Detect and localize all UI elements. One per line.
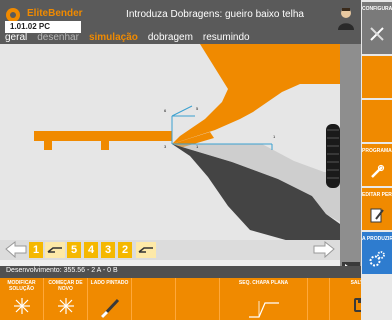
- step-3[interactable]: 3: [101, 242, 115, 258]
- tab-desenhar[interactable]: desenhar: [32, 31, 84, 44]
- bending-simulation: 5 6 1 3 1: [34, 44, 340, 244]
- step-flip-icon[interactable]: [45, 242, 65, 258]
- user-icon[interactable]: [336, 6, 356, 30]
- sheet-metal-part: [34, 131, 172, 141]
- vertical-scrollbar[interactable]: [340, 44, 361, 266]
- flat-sheet-icon: [248, 301, 279, 318]
- tab-bar: geral desenhar simulação dobragem resumi…: [0, 31, 361, 44]
- step-5[interactable]: 5: [67, 242, 81, 258]
- development-status: Desenvolvimento: 355.56 - 2 A - 0 B: [6, 267, 118, 274]
- axis-label: 3: [164, 144, 167, 149]
- elitebender-logo-icon: [6, 8, 20, 22]
- sparkle-icon: [57, 298, 74, 314]
- right-panel-slot[interactable]: [362, 100, 392, 142]
- right-panel-slot[interactable]: [362, 56, 392, 98]
- sheet-tab-left: [44, 141, 52, 150]
- start-over-button[interactable]: COMEÇAR DE NOVO: [44, 278, 88, 320]
- painted-side-button[interactable]: LADO PINTADO: [88, 278, 132, 320]
- axis-label: 1: [273, 134, 276, 139]
- axis-label: 6: [164, 108, 167, 113]
- app-version: 1.01.02 PC: [10, 22, 51, 31]
- step-4[interactable]: 4: [84, 242, 98, 258]
- roller-icon: [326, 124, 340, 188]
- simulation-canvas[interactable]: 5 6 1 3 1: [0, 44, 340, 244]
- sheet-tab-right: [101, 141, 109, 150]
- wrench-icon: [371, 164, 385, 178]
- window-title: Introduza Dobragens: gueiro baixo telha: [126, 9, 304, 20]
- tab-resumindo[interactable]: resumindo: [198, 31, 255, 44]
- produce-button[interactable]: A PRODUZIR: [362, 232, 392, 274]
- configuration-button[interactable]: CONFIGURAÇÃO: [362, 2, 392, 54]
- flat-sheet-sequence-button[interactable]: SEQ. CHAPA PLANA: [220, 278, 308, 320]
- edit-profile-button[interactable]: EDITAR PERFIL: [362, 188, 392, 230]
- gears-icon: [369, 251, 385, 267]
- modify-solution-button[interactable]: MODIFICAR SOLUÇÃO: [0, 278, 44, 320]
- empty-toolbar-slot: [132, 278, 176, 320]
- tools-icon: [370, 27, 384, 41]
- paint-brush-icon: [100, 298, 119, 319]
- empty-toolbar-slot: [176, 278, 220, 320]
- tab-dobragem[interactable]: dobragem: [143, 31, 198, 44]
- prev-step-arrow-icon[interactable]: [5, 241, 27, 258]
- upper-tool: [172, 44, 340, 144]
- axis-label: 5: [196, 106, 199, 111]
- step-flip-icon[interactable]: [136, 242, 156, 258]
- edit-icon: [370, 208, 384, 223]
- step-2[interactable]: 2: [118, 242, 132, 258]
- next-step-arrow-icon[interactable]: [313, 241, 335, 258]
- sparkle-icon: [13, 298, 30, 314]
- empty-toolbar-slot: [308, 278, 330, 320]
- step-1[interactable]: 1: [29, 242, 43, 258]
- tab-simulacao[interactable]: simulação: [84, 31, 143, 44]
- app-name: EliteBender: [27, 8, 83, 19]
- programs-button[interactable]: PROGRAMAS: [362, 144, 392, 186]
- tab-geral[interactable]: geral: [0, 31, 32, 44]
